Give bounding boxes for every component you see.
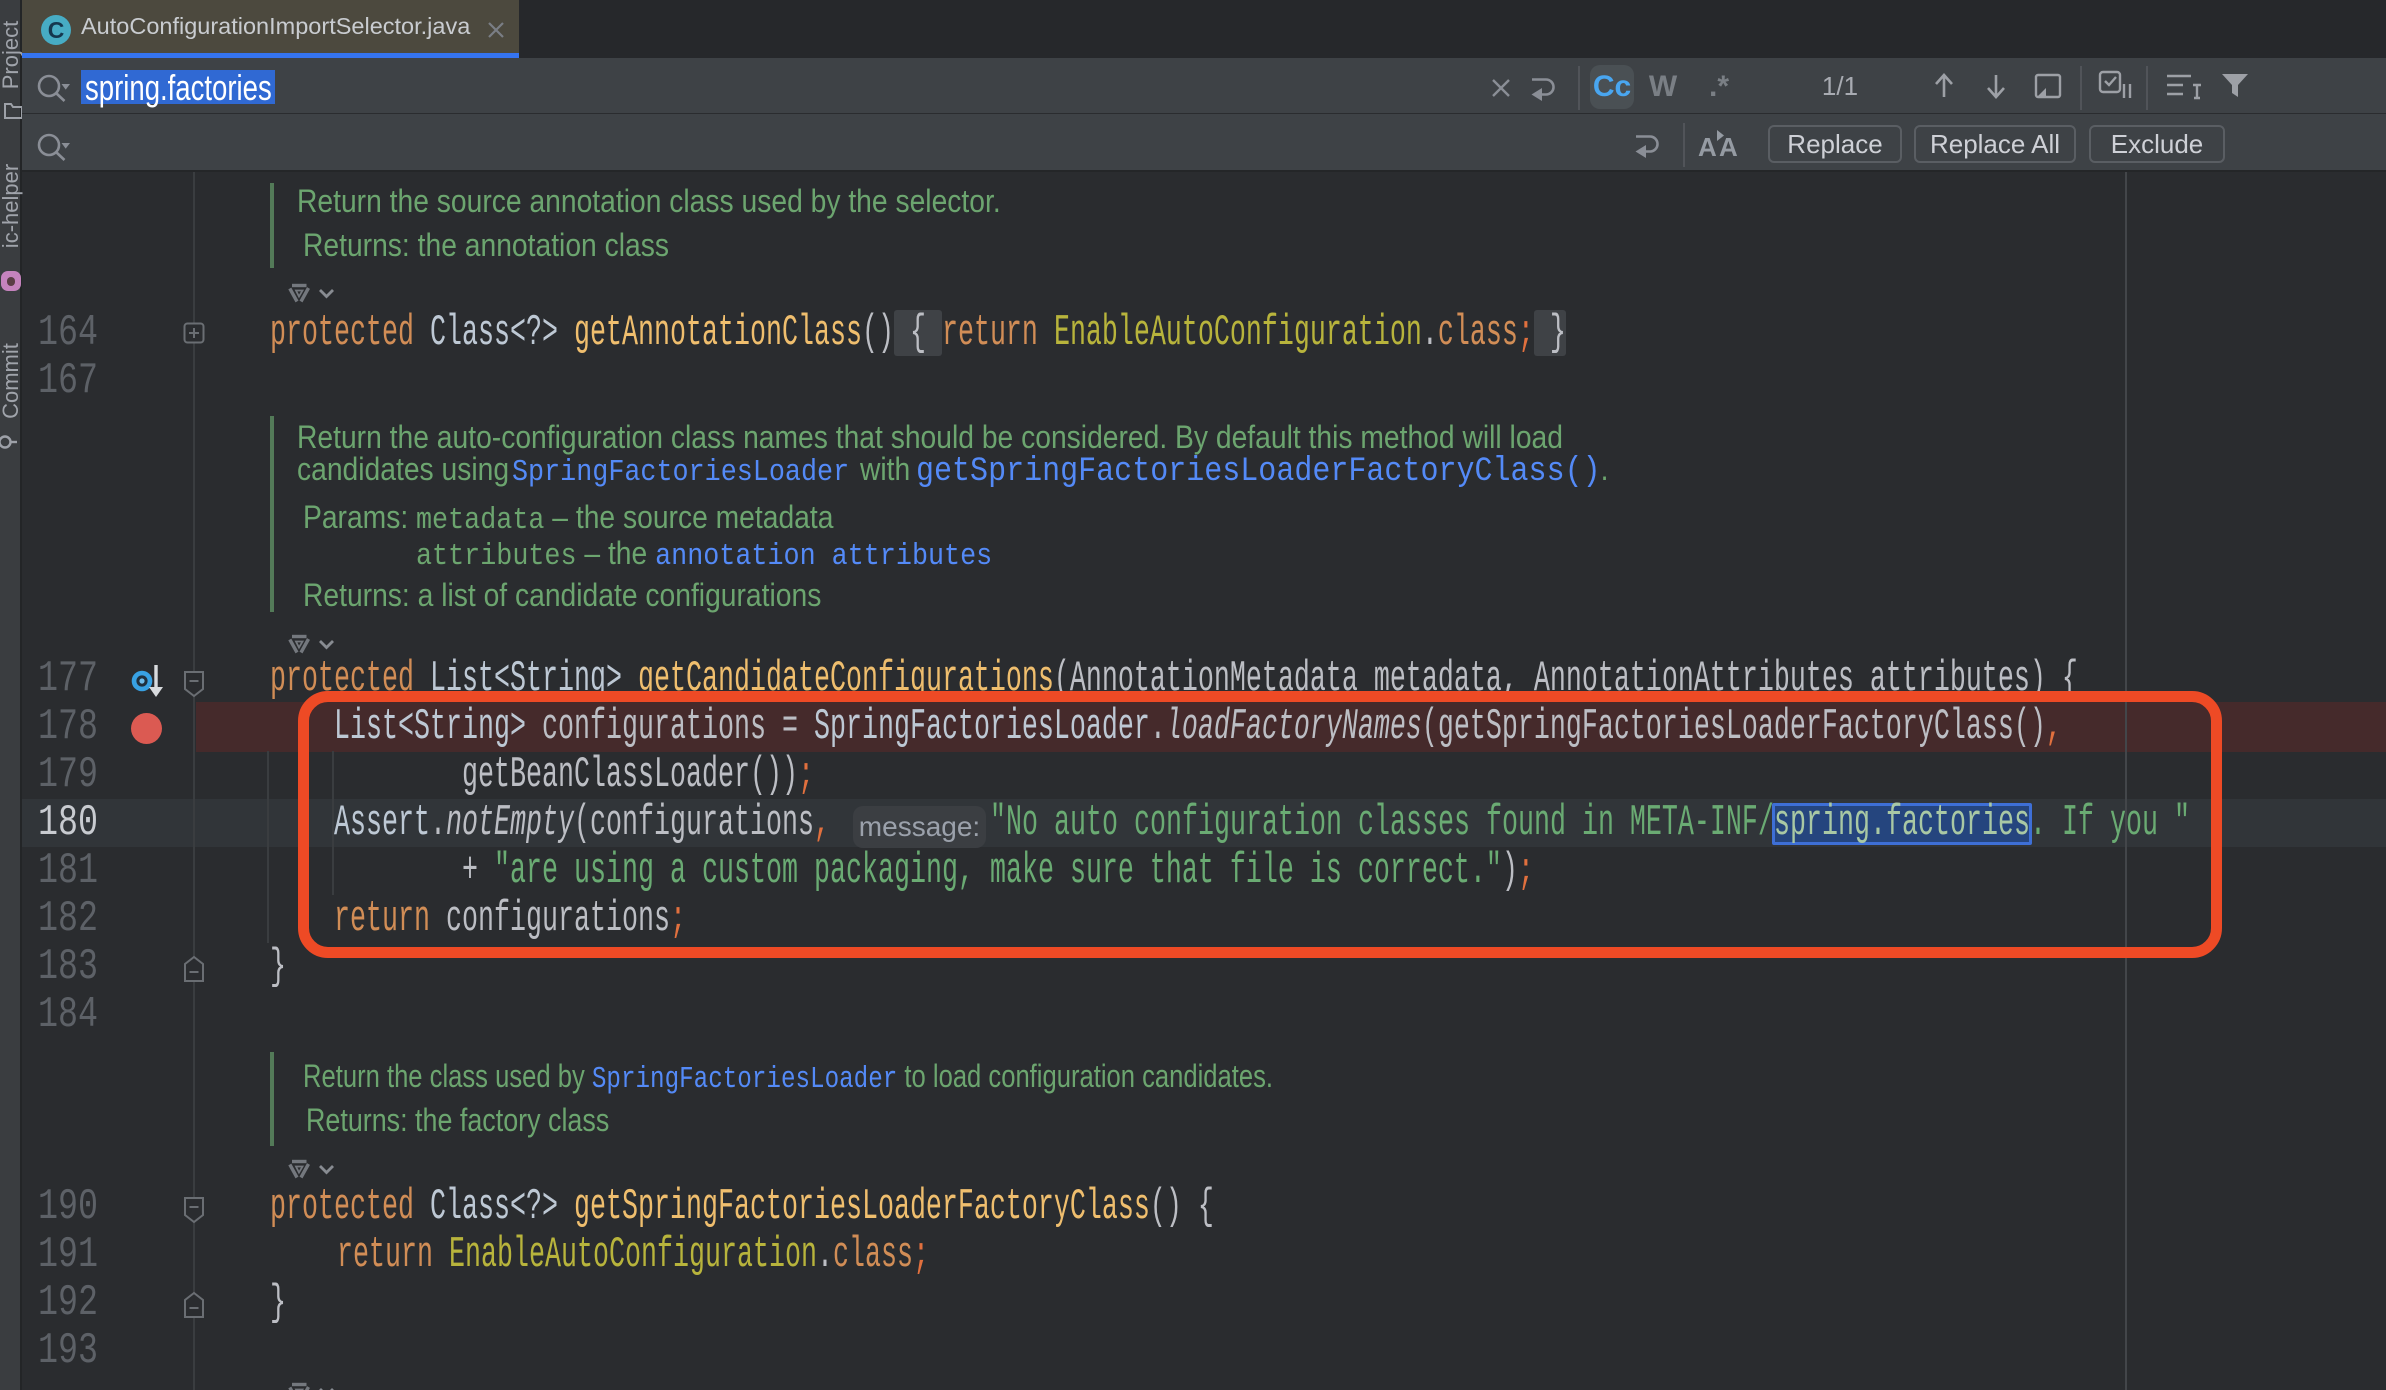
svg-text:A: A (1719, 132, 1738, 162)
svg-text:A: A (1698, 132, 1717, 162)
